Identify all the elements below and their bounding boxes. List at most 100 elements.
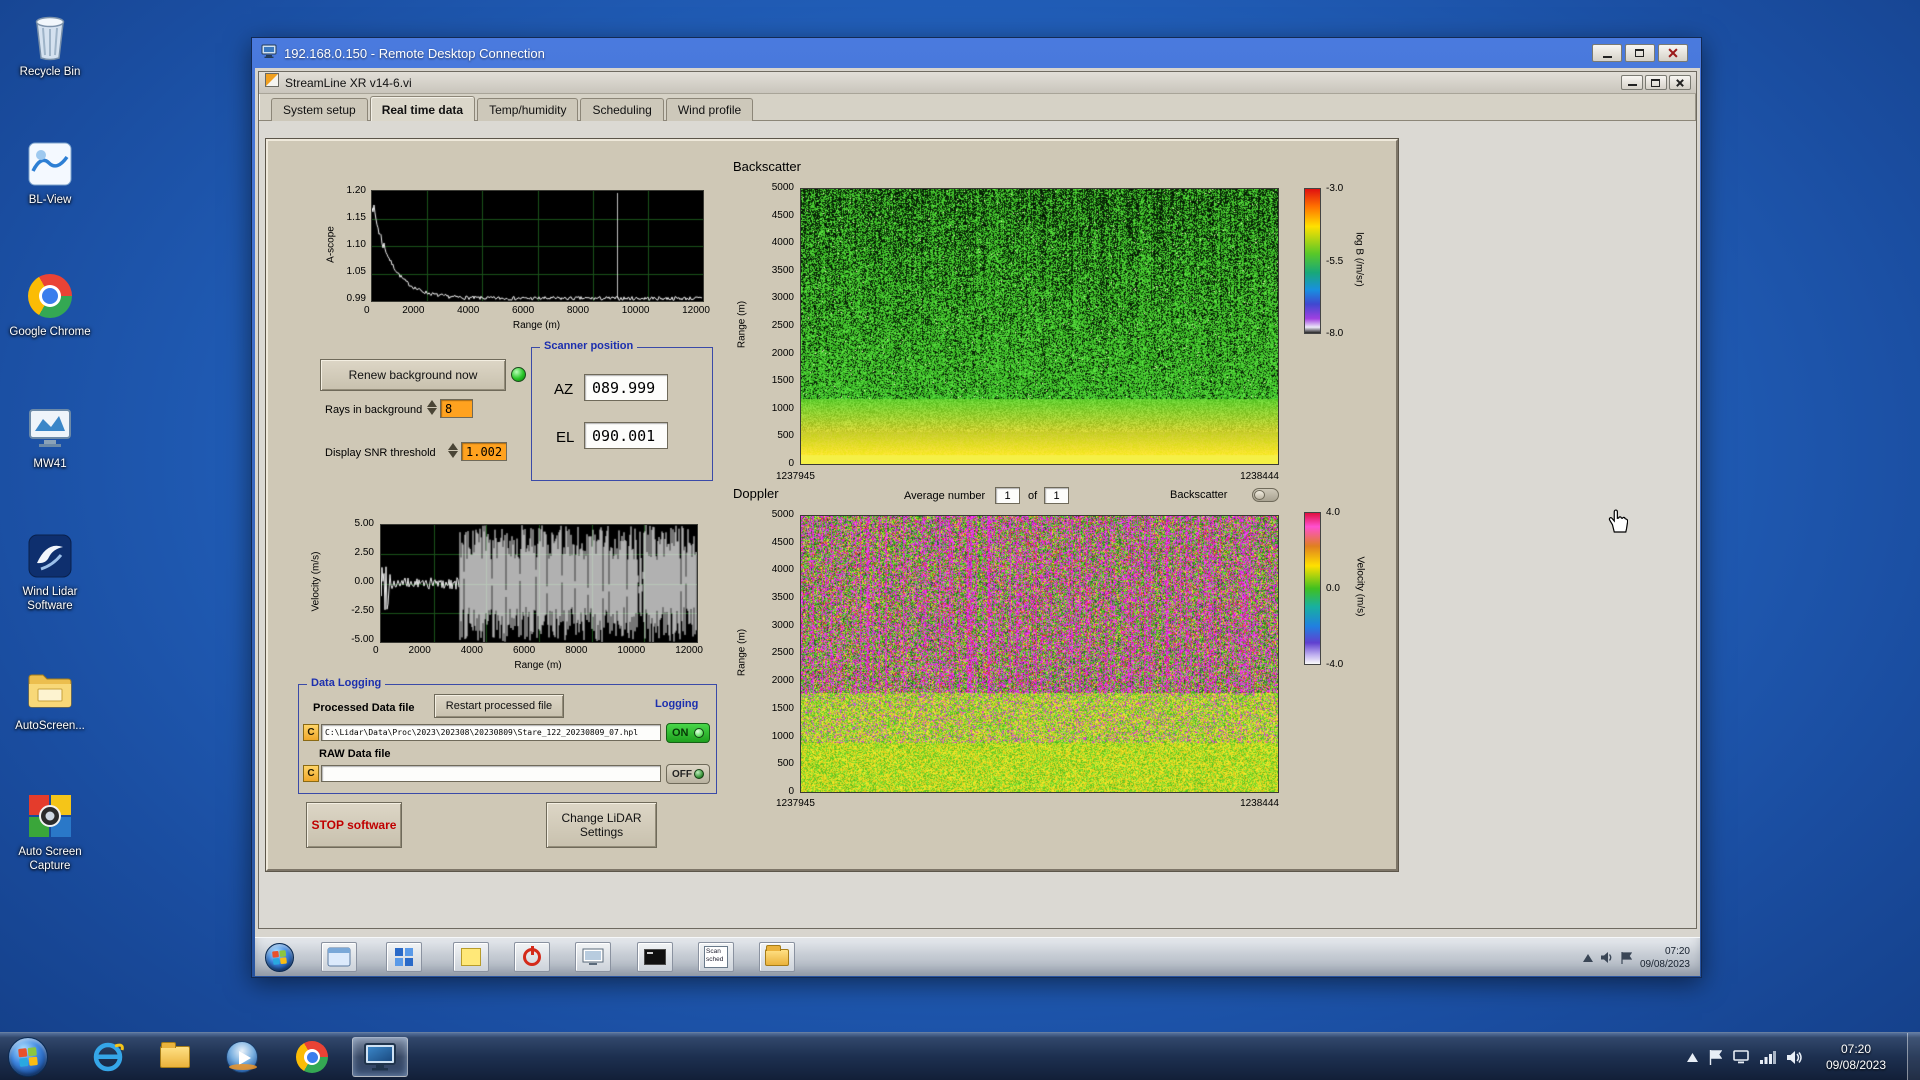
desktop-icon-autoscreen-folder[interactable]: AutoScreen...	[4, 664, 96, 733]
remote-start-button[interactable]	[265, 943, 294, 972]
volume-icon[interactable]	[1787, 1050, 1802, 1064]
windows-flag-icon	[272, 950, 287, 965]
tick-label: 3000	[771, 619, 794, 631]
tab-system-setup[interactable]: System setup	[271, 98, 368, 121]
processed-drive-icon[interactable]: C	[303, 724, 319, 741]
desktop-icon-google-chrome[interactable]: Google Chrome	[4, 270, 96, 339]
taskbar-media-player[interactable]	[214, 1037, 270, 1077]
rdp-minimize-button[interactable]	[1592, 44, 1622, 62]
raw-logging-toggle-off[interactable]: OFF	[666, 764, 710, 784]
action-center-flag-icon[interactable]	[1621, 951, 1632, 964]
desktop-icon-auto-screen-capture[interactable]: Auto Screen Capture	[4, 790, 96, 874]
desktop-icon-wind-lidar-software[interactable]: Wind Lidar Software	[4, 530, 96, 614]
rdp-computer-icon	[261, 44, 277, 63]
folder-icon	[4, 664, 96, 716]
renew-background-button[interactable]: Renew background now	[320, 359, 506, 391]
hidden-icons-arrow-icon[interactable]	[1582, 953, 1593, 962]
hidden-icons-button[interactable]	[1687, 1052, 1698, 1062]
rdp-maximize-button[interactable]	[1625, 44, 1655, 62]
explorer-folder-icon	[160, 1042, 190, 1068]
remote-taskbar-folder-button[interactable]	[759, 942, 795, 972]
remote-taskbar-notes-button[interactable]	[453, 942, 489, 972]
screen-capture-icon	[582, 948, 604, 965]
minimize-icon	[1603, 56, 1612, 58]
tab-scheduling[interactable]: Scheduling	[580, 98, 664, 121]
tick-label: 5000	[771, 509, 794, 520]
remote-desktop-screen: StreamLine XR v14-6.vi System setup Real…	[255, 68, 1700, 976]
raw-drive-icon[interactable]: C	[303, 765, 319, 782]
desktop-icon-recycle-bin[interactable]: Recycle Bin	[4, 10, 96, 79]
show-desktop-button[interactable]	[1907, 1033, 1920, 1080]
backscatter-title: Backscatter	[733, 159, 801, 174]
remote-taskbar-capture-button[interactable]	[575, 942, 611, 972]
app-title-bar[interactable]: StreamLine XR v14-6.vi	[259, 72, 1696, 94]
tick-label: 1500	[771, 702, 794, 714]
tab-temp-humidity[interactable]: Temp/humidity	[477, 98, 579, 121]
remote-taskbar-explorer-button[interactable]	[321, 942, 357, 972]
taskbar-remote-desktop-active[interactable]	[352, 1037, 408, 1077]
tick-label: 1500	[771, 375, 794, 387]
remote-clock[interactable]: 07:20 09/08/2023	[1640, 945, 1696, 971]
rdp-title-bar[interactable]: 192.168.0.150 - Remote Desktop Connectio…	[255, 38, 1698, 68]
tick-label: 10000	[617, 645, 646, 656]
recycle-bin-icon	[4, 10, 96, 62]
snr-spinner[interactable]	[446, 443, 459, 458]
rays-value-field[interactable]: 8	[440, 399, 473, 418]
volume-icon[interactable]	[1600, 952, 1613, 963]
tick-label: 2000	[408, 645, 431, 656]
start-button[interactable]	[8, 1037, 48, 1077]
el-value-field[interactable]: 090.001	[584, 422, 668, 449]
backscatter-x-end: 1238444	[1240, 471, 1279, 482]
average-number-label: Average number	[904, 490, 986, 502]
change-lidar-settings-button[interactable]: Change LiDAR Settings	[546, 802, 657, 848]
taskbar-google-chrome[interactable]	[284, 1037, 340, 1077]
velocity-x-axis-label: Range (m)	[514, 660, 562, 671]
app-close-button[interactable]	[1669, 75, 1691, 90]
remote-taskbar-app-grid-button[interactable]	[386, 942, 422, 972]
action-center-flag-icon[interactable]	[1709, 1049, 1722, 1065]
rdp-window: 192.168.0.150 - Remote Desktop Connectio…	[251, 37, 1702, 978]
taskbar-clock[interactable]: 07:20 09/08/2023	[1813, 1041, 1899, 1073]
desktop-icon-mw41[interactable]: MW41	[4, 402, 96, 471]
tick-label: 2000	[402, 305, 425, 316]
tick-label: 4000	[771, 237, 794, 249]
remote-taskbar-scan-sched-button[interactable]: Scan sched	[698, 942, 734, 972]
taskbar-internet-explorer[interactable]	[80, 1037, 136, 1077]
remote-desktop-icon	[364, 1043, 396, 1071]
labview-vi-icon	[265, 73, 279, 92]
processed-data-file-path[interactable]: C:\Lidar\Data\Proc\2023\202308\20230809\…	[321, 724, 661, 741]
processed-logging-toggle-on[interactable]: ON	[666, 723, 710, 743]
rays-spinner[interactable]	[425, 400, 438, 415]
app-minimize-button[interactable]	[1621, 75, 1643, 90]
taskbar-windows-explorer[interactable]	[147, 1037, 203, 1077]
raw-data-file-path[interactable]	[321, 765, 661, 782]
windows-flag-icon	[18, 1047, 38, 1067]
logging-label: Logging	[655, 698, 699, 710]
tab-real-time-data[interactable]: Real time data	[369, 96, 476, 121]
backscatter-toggle-label: Backscatter	[1170, 489, 1228, 501]
display-icon[interactable]	[1733, 1050, 1749, 1064]
tick-label: 2000	[771, 675, 794, 687]
tick-label: 3500	[771, 592, 794, 604]
backscatter-colorbar-ticks: -3.0 -5.5 -8.0	[1326, 183, 1356, 339]
tick-label: -3.0	[1326, 183, 1344, 194]
remote-taskbar-cmd-button[interactable]	[637, 942, 673, 972]
backscatter-toggle-switch[interactable]	[1252, 488, 1279, 502]
desktop-icon-label: AutoScreen...	[15, 720, 85, 732]
remote-date: 09/08/2023	[1639, 958, 1690, 970]
network-icon[interactable]	[1760, 1050, 1776, 1064]
rdp-close-button[interactable]	[1658, 44, 1688, 62]
az-value-field[interactable]: 089.999	[584, 374, 668, 401]
stop-software-button[interactable]: STOP software	[306, 802, 402, 848]
snr-value-field[interactable]: 1.002	[461, 442, 507, 461]
average-number-field[interactable]: 1	[995, 487, 1020, 504]
host-taskbar: 07:20 09/08/2023	[0, 1032, 1920, 1080]
tick-label: -5.00	[351, 634, 374, 645]
remote-taskbar-power-button[interactable]	[514, 942, 550, 972]
restart-processed-file-button[interactable]: Restart processed file	[434, 694, 564, 718]
mouse-cursor-hand	[1606, 508, 1629, 539]
average-total-field[interactable]: 1	[1044, 487, 1069, 504]
tab-wind-profile[interactable]: Wind profile	[665, 98, 754, 121]
app-maximize-button[interactable]	[1645, 75, 1667, 90]
desktop-icon-bl-view[interactable]: BL-View	[4, 138, 96, 207]
